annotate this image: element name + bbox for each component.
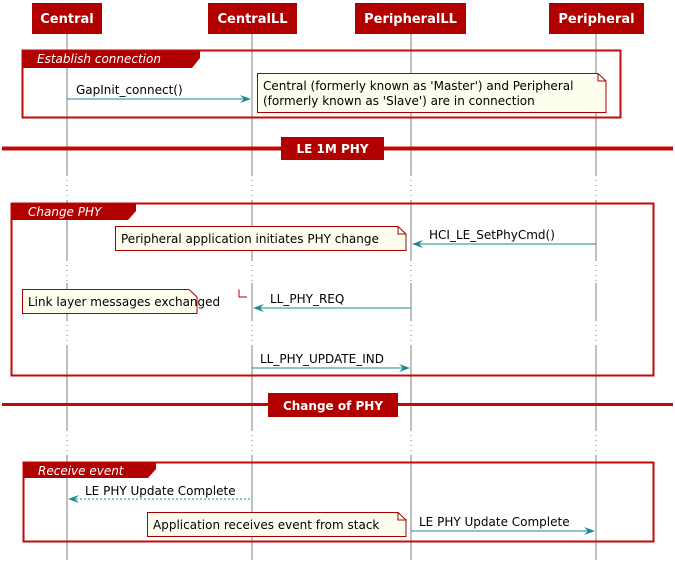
message-label: HCI_LE_SetPhyCmd() bbox=[429, 228, 555, 242]
note-connection: Central (formerly known as 'Master') and… bbox=[257, 73, 607, 113]
message-ll-phy-update-ind: LL_PHY_UPDATE_IND bbox=[252, 352, 410, 372]
message-le-phy-update-complete-peripheral: LE PHY Update Complete bbox=[411, 515, 595, 535]
note-peripheral-initiates: Peripheral application initiates PHY cha… bbox=[115, 226, 407, 251]
message-hci-le-setphycmd: HCI_LE_SetPhyCmd() bbox=[412, 228, 596, 248]
message-label: LE PHY Update Complete bbox=[419, 515, 570, 529]
participant-label: Peripheral bbox=[558, 12, 634, 27]
note-line: Central (formerly known as 'Master') and… bbox=[263, 79, 573, 93]
message-label: GapInit_connect() bbox=[76, 83, 183, 97]
message-label: LE PHY Update Complete bbox=[85, 484, 236, 498]
group-title: Change PHY bbox=[28, 205, 103, 219]
participant-label: PeripheralLL bbox=[364, 12, 457, 27]
note-line: Link layer messages exchanged bbox=[28, 295, 220, 309]
participant-centralll[interactable]: CentralLL bbox=[208, 3, 297, 34]
divider-le-1m-phy: LE 1M PHY bbox=[2, 137, 673, 160]
divider-label: LE 1M PHY bbox=[296, 142, 368, 156]
note-line: Peripheral application initiates PHY cha… bbox=[121, 232, 379, 246]
sequence-diagram: Central CentralLL PeripheralLL Periphera… bbox=[2, 3, 673, 560]
participant-peripheralll[interactable]: PeripheralLL bbox=[355, 3, 466, 34]
message-gapinit-connect: GapInit_connect() bbox=[67, 83, 251, 103]
note-line: Application receives event from stack bbox=[153, 518, 379, 532]
message-le-phy-update-complete-central: LE PHY Update Complete bbox=[68, 484, 252, 503]
participant-central[interactable]: Central bbox=[32, 3, 102, 34]
group-title: Establish connection bbox=[37, 52, 161, 66]
divider-change-of-phy: Change of PHY bbox=[2, 393, 673, 417]
note-line: (formerly known as 'Slave') are in conne… bbox=[263, 94, 535, 108]
participant-label: Central bbox=[40, 12, 93, 27]
participant-label: CentralLL bbox=[217, 12, 287, 27]
participant-peripheral[interactable]: Peripheral bbox=[549, 3, 644, 34]
message-ll-phy-req: LL_PHY_REQ bbox=[253, 292, 411, 312]
message-label: LL_PHY_REQ bbox=[270, 292, 344, 306]
group-title: Receive event bbox=[38, 464, 125, 478]
message-label: LL_PHY_UPDATE_IND bbox=[260, 352, 384, 366]
note-application-receives: Application receives event from stack bbox=[147, 512, 407, 537]
note-link-layer: Link layer messages exchanged bbox=[22, 289, 247, 314]
divider-label: Change of PHY bbox=[283, 399, 383, 413]
